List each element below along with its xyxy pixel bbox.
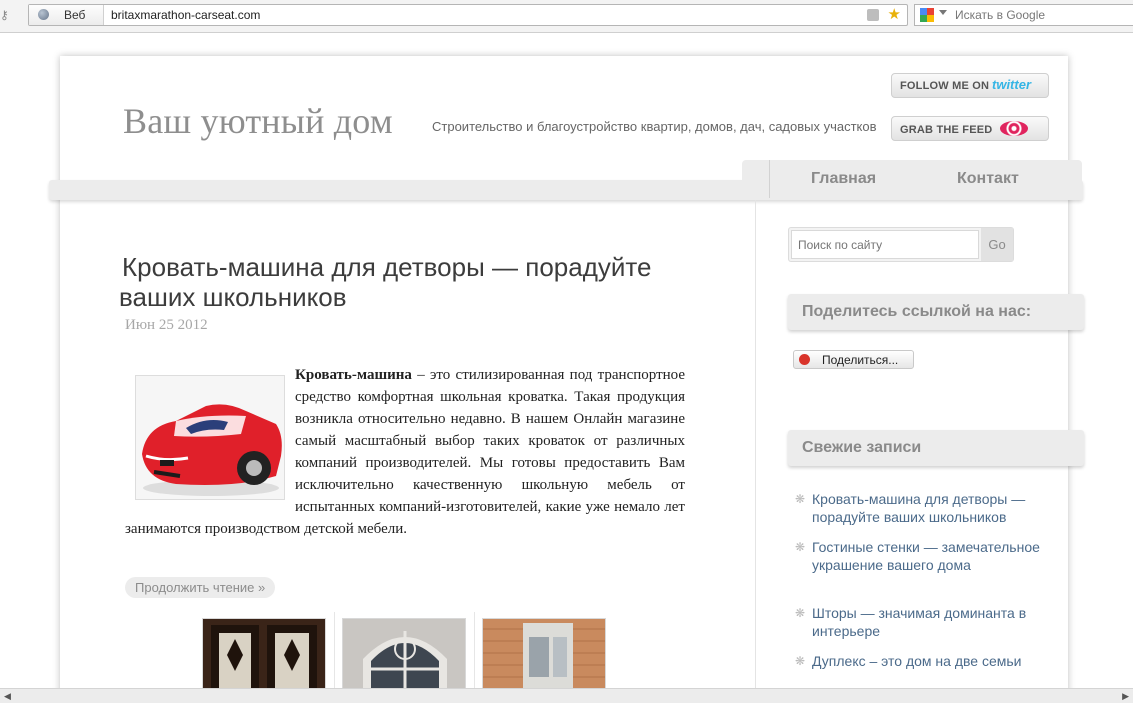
scroll-left-icon[interactable]: ◀ [4, 691, 11, 702]
web-chip[interactable]: Веб [29, 5, 104, 25]
feed-label: GRAB THE FEED [900, 124, 993, 136]
race-car-bed-image[interactable] [135, 375, 285, 500]
google-search-field[interactable]: Искать в Google [914, 4, 1133, 26]
share-widget-title: Поделитесь ссылкой на нас: [802, 303, 1032, 320]
recent-post-link[interactable]: Кровать-машина для детворы — порадуйте в… [812, 490, 1052, 526]
share-widget-header: Поделитесь ссылкой на нас: [788, 294, 1084, 330]
column-divider [755, 200, 756, 702]
nav-divider [769, 160, 770, 198]
follow-twitter-button[interactable]: FOLLOW ME ON twitter [891, 73, 1049, 98]
read-more-button[interactable]: Продолжить чтение » [125, 577, 276, 598]
recent-post-link[interactable]: Гостиные стенки — замечательное украшени… [812, 538, 1052, 574]
share-button-label: Поделиться... [822, 353, 899, 367]
site-search: Go [788, 227, 1014, 262]
post-date: Июн 25 2012 [125, 317, 208, 333]
site-search-input[interactable] [791, 230, 979, 259]
recent-posts-header: Свежие записи [788, 430, 1084, 466]
browser-toolbar: ⚷ Веб britaxmarathon-carseat.com ★ Искат… [0, 0, 1133, 33]
scroll-right-icon[interactable]: ▶ [1122, 691, 1129, 702]
recent-posts-title: Свежие записи [802, 439, 922, 456]
key-icon[interactable]: ⚷ [0, 8, 14, 22]
google-search-placeholder: Искать в Google [955, 8, 1046, 22]
post-lead-bold: Кровать-машина [295, 367, 412, 383]
url-text[interactable]: britaxmarathon-carseat.com [111, 8, 260, 22]
search-go-button[interactable]: Go [981, 228, 1013, 261]
recent-post-link[interactable]: Шторы — значимая доминанта в интерьере [812, 604, 1052, 640]
nav-tab-area [742, 160, 1082, 200]
twitter-logo: twitter [992, 77, 1031, 92]
chevron-down-icon[interactable] [939, 10, 947, 15]
follow-label: FOLLOW ME ON [900, 80, 990, 92]
web-chip-label: Веб [64, 8, 86, 22]
bullet-icon: ❋ [795, 540, 806, 554]
site-description: Строительство и благоустройство квартир,… [432, 119, 877, 134]
grab-feed-button[interactable]: GRAB THE FEED [891, 116, 1049, 141]
site-title[interactable]: Ваш уютный дом [123, 100, 393, 142]
bullet-icon: ❋ [795, 654, 806, 668]
share-button[interactable]: Поделиться... [793, 350, 914, 369]
share-icon [799, 354, 810, 365]
horizontal-scrollbar[interactable]: ◀ ▶ [0, 688, 1133, 703]
feed-icon [1000, 121, 1028, 136]
post-title[interactable]: Кровать-машина для детворы — порадуйте в… [119, 252, 722, 312]
post-title-line-1[interactable]: Кровать-машина для детворы — порадуйте [122, 252, 651, 282]
bullet-icon: ❋ [795, 606, 806, 620]
post-title-line-2[interactable]: ваших школьников [119, 282, 347, 312]
google-icon [920, 8, 934, 22]
nav-contact[interactable]: Контакт [957, 170, 1019, 188]
rss-icon[interactable] [867, 9, 879, 21]
globe-icon [38, 9, 49, 20]
bookmark-star-icon[interactable]: ★ [888, 5, 901, 25]
address-bar[interactable]: Веб britaxmarathon-carseat.com ★ [28, 4, 908, 26]
nav-home[interactable]: Главная [811, 170, 876, 188]
bullet-icon: ❋ [795, 492, 806, 506]
recent-post-link[interactable]: Дуплекс – это дом на две семьи [812, 652, 1052, 670]
